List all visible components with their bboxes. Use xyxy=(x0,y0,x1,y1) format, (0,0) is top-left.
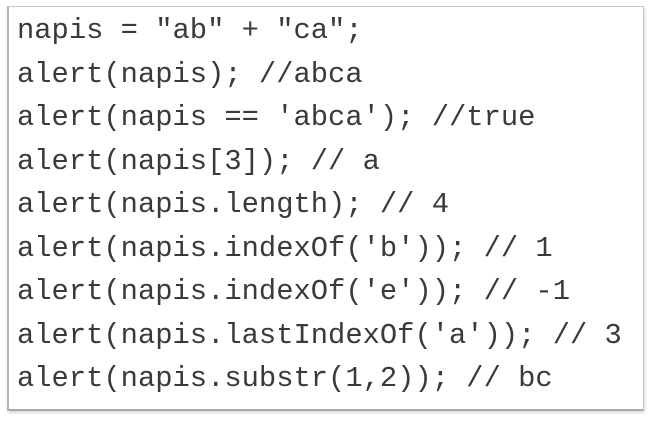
code-line: alert(napis.length); // 4 xyxy=(17,188,450,221)
code-line: alert(napis[3]); // a xyxy=(17,144,380,178)
code-line: alert(napis); //abca xyxy=(17,57,363,91)
code-line: alert(napis.indexOf('b')); // 1 xyxy=(17,231,553,265)
code-line: alert(napis.indexOf('e')); // -1 xyxy=(17,275,570,308)
code-line: alert(napis == 'abca'); //true xyxy=(17,101,536,134)
code-line: alert(napis.substr(1,2)); // bc xyxy=(17,362,553,395)
code-line: alert(napis.lastIndexOf('a')); // 3 xyxy=(17,318,622,352)
code-snippet-box: napis = "ab" + "ca"; alert(napis); //abc… xyxy=(7,6,644,411)
code-line: napis = "ab" + "ca"; xyxy=(17,14,363,47)
